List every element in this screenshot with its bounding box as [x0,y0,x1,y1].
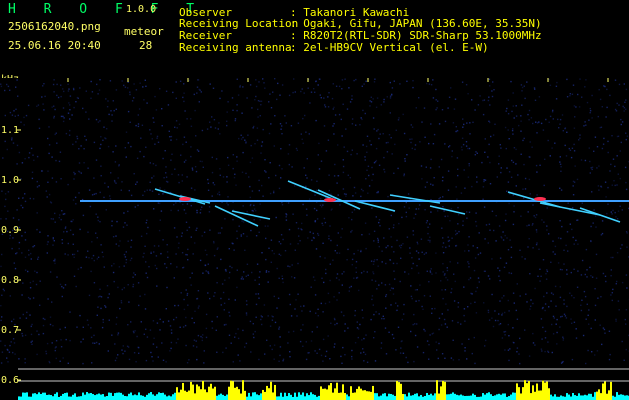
antenna-label: Receiving antenna [179,41,292,54]
antenna-value: : 2el-HB9CV Vertical (el. E-W) [290,41,489,54]
freq-tick: 1.0 [1,175,20,186]
echo-hotspot [324,198,336,202]
echo-hotspot [534,197,546,201]
freq-tick: 0.9 [1,225,20,236]
freq-tick: 0.8 [1,275,20,286]
meteor-count: 28 [139,39,153,52]
freq-tick: 0.6 [1,375,20,386]
echo-hotspot [179,197,191,201]
freq-tick: 1.1 [1,125,20,136]
waterfall-spectrogram [0,78,629,400]
filename-label: 2506162040.png [8,20,101,33]
app-logo: H R O F F T [8,2,205,17]
datetime-label: 25.06.16 20:40 [8,39,101,52]
meteor-label: meteor [124,25,164,38]
version-label: 1.0.0 [126,4,157,15]
freq-tick: 0.7 [1,325,20,336]
